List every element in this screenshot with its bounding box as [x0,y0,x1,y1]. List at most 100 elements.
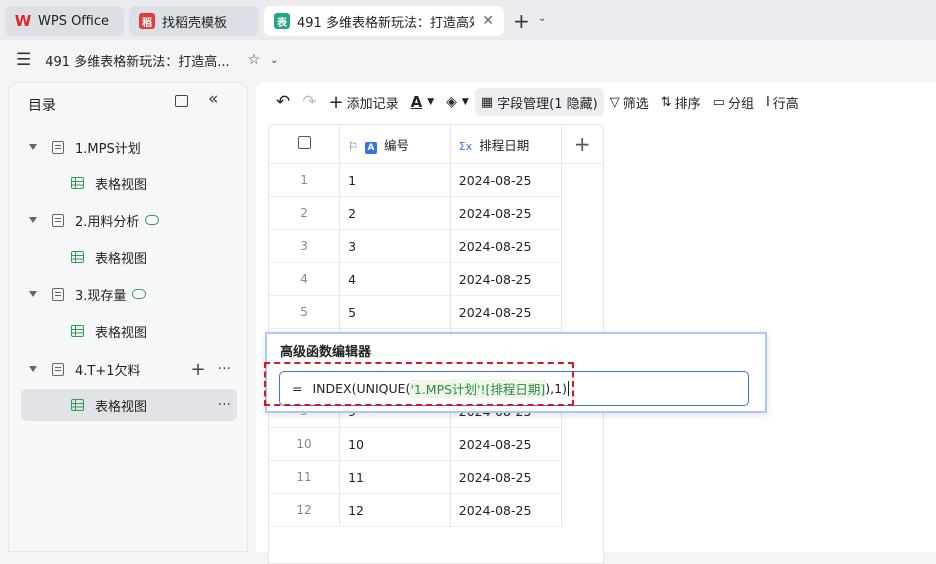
close-icon[interactable]: ✕ [474,13,494,29]
sidebar-item-view-active[interactable]: 表格视图 ··· [21,389,237,421]
chevron-down-icon[interactable]: ⌄ [270,55,278,66]
tab-label: WPS Office [38,13,110,29]
field-manage-button[interactable]: ▦ 字段管理(1 隐藏) [474,88,604,116]
sidebar-item-label: 4.T+1欠料 [75,363,141,379]
table-row[interactable]: 1 1 2024-08-25 [269,163,603,197]
menu-icon[interactable]: ☰ [16,50,31,70]
row-number: 5 [269,295,341,329]
tab-wps-office[interactable]: W WPS Office [5,6,124,36]
sidebar-item-view[interactable]: 表格视图 [21,241,237,273]
cell-date[interactable]: 2024-08-25 [450,229,562,263]
select-all-cell[interactable] [269,125,341,164]
table-row[interactable]: 11 11 2024-08-25 [269,460,603,494]
chevron-down-icon: ▼ [427,97,435,107]
paint-bucket-icon: ◈ [446,94,457,110]
chevron-down-icon: ▼ [461,97,469,107]
expand-icon[interactable] [29,144,37,150]
table-row[interactable]: 5 5 2024-08-25 [269,295,603,329]
table-row[interactable]: 12 12 2024-08-25 [269,493,603,527]
panel-icon[interactable] [175,95,188,107]
sheet-icon [52,213,64,227]
sidebar-item-sheet[interactable]: 2.用料分析 [21,204,237,236]
table-view-icon [71,325,84,337]
expand-icon[interactable] [29,217,37,223]
cell-id[interactable]: 2 [339,196,451,230]
tab-template[interactable]: 稻 找稻壳模板 [129,6,259,36]
sheet-icon [52,362,64,376]
flag-icon: ⚐ [348,139,358,153]
sidebar-item-label: 1.MPS计划 [75,141,141,157]
row-height-icon: I [765,94,770,110]
group-button[interactable]: ▭ 分组 [707,88,760,116]
more-icon[interactable]: ··· [218,361,231,377]
document-bar: ☰ 491 多维表格新玩法：打造高... ☆ ⌄ [0,40,936,80]
undo-icon[interactable]: ↶ [270,88,296,116]
filter-button[interactable]: ▽ 筛选 [604,88,655,116]
tab-current-doc[interactable]: 表 491 多维表格新玩法：打造高效自 ✕ [264,6,504,36]
cell-id[interactable]: 4 [339,262,451,296]
sidebar-item-sheet[interactable]: 1.MPS计划 [21,131,237,163]
sidebar-item-view[interactable]: 表格视图 [21,167,237,199]
cell-id[interactable]: 10 [339,427,451,461]
tab-label: 491 多维表格新玩法：打造高效自 [297,15,474,31]
expand-icon[interactable] [29,291,37,297]
row-height-button[interactable]: I 行高 [760,88,805,116]
sidebar-item-sheet[interactable]: 3.现存量 [21,278,237,310]
table-row[interactable]: 2 2 2024-08-25 [269,196,603,230]
toolbar: ↶ ↷ + 添加记录 A ▼ ◈ ▼ ▦ 字段管理(1 隐藏) ▽ 筛选 ⇅ 排… [256,82,936,122]
cell-id[interactable]: 11 [339,460,451,494]
cell-id[interactable]: 12 [339,493,451,527]
cell-date[interactable]: 2024-08-25 [450,295,562,329]
add-icon[interactable]: + [191,359,206,380]
add-column-icon[interactable]: + [561,125,603,164]
cell-date[interactable]: 2024-08-25 [450,427,562,461]
highlight-box [264,362,574,406]
collapse-icon[interactable]: « [208,89,218,109]
cell-date[interactable]: 2024-08-25 [450,163,562,197]
redo-icon[interactable]: ↷ [296,88,322,116]
wps-logo-icon: W [14,12,32,30]
checkbox[interactable] [297,136,311,149]
column-header-id[interactable]: ⚐ A 编号 [339,125,451,164]
star-icon[interactable]: ☆ [248,52,261,68]
table-row[interactable]: 4 4 2024-08-25 [269,262,603,296]
field-grid-icon: ▦ [480,94,494,110]
cell-date[interactable]: 2024-08-25 [450,460,562,494]
text-color-button[interactable]: A ▼ [405,88,441,116]
sidebar-item-view[interactable]: 表格视图 [21,315,237,347]
sidebar-item-label: 表格视图 [95,251,148,267]
more-icon[interactable]: ··· [218,397,231,413]
cell-id[interactable]: 3 [339,229,451,263]
row-number: 3 [269,229,341,263]
sidebar-item-label: 2.用料分析 [75,214,140,230]
cell-id[interactable]: 5 [339,295,451,329]
sheet-icon [52,287,64,301]
fill-color-button[interactable]: ◈ ▼ [440,88,475,116]
sidebar-item-label: 表格视图 [95,177,148,193]
sidebar-item-label: 表格视图 [95,325,148,341]
cell-id[interactable]: 1 [339,163,451,197]
table-logo-icon: 表 [274,13,290,29]
row-number: 12 [269,493,341,527]
sidebar-item-sheet[interactable]: 4.T+1欠料 + ··· [21,353,237,385]
tab-label: 找稻壳模板 [162,15,228,31]
table-view-icon [71,177,84,189]
editor-title: 高级函数编辑器 [280,345,372,360]
sort-button[interactable]: ⇅ 排序 [655,88,707,116]
row-number: 11 [269,460,341,494]
sidebar: 目录 « 1.MPS计划 表格视图 2.用料分析 表格视图 3.现存量 表格视图… [8,82,248,552]
row-number: 4 [269,262,341,296]
title-bar: W WPS Office 稻 找稻壳模板 表 491 多维表格新玩法：打造高效自… [0,0,936,40]
doc-title[interactable]: 491 多维表格新玩法：打造高... [45,51,229,70]
expand-icon[interactable] [29,366,37,372]
table-row[interactable]: 3 3 2024-08-25 [269,229,603,263]
column-header-date[interactable]: Σx 排程日期 [450,125,562,164]
chevron-down-icon[interactable]: ⌄ [538,13,546,24]
cell-date[interactable]: 2024-08-25 [450,493,562,527]
new-tab-icon[interactable]: + [513,9,530,33]
add-record-button[interactable]: + 添加记录 [323,88,405,116]
cell-date[interactable]: 2024-08-25 [450,196,562,230]
table-row[interactable]: 10 10 2024-08-25 [269,427,603,461]
sidebar-item-label: 表格视图 [95,399,148,415]
cell-date[interactable]: 2024-08-25 [450,262,562,296]
